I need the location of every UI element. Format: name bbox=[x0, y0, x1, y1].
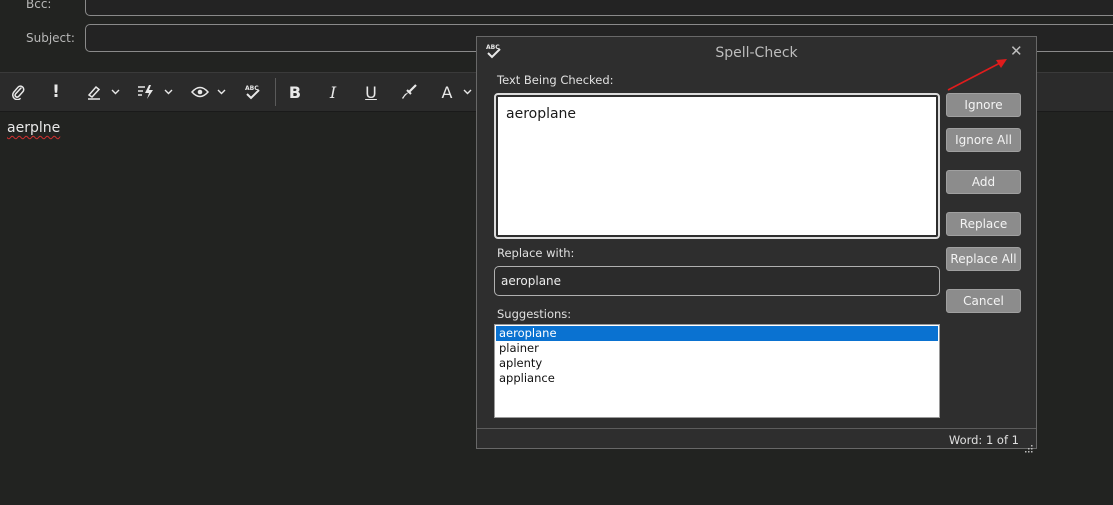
bcc-field[interactable] bbox=[85, 0, 1113, 16]
bold-button[interactable]: B bbox=[285, 73, 305, 111]
paperclip-icon[interactable] bbox=[8, 73, 28, 111]
suggestion-item[interactable]: aplenty bbox=[496, 356, 938, 371]
suggestion-item-selected[interactable]: aeroplane bbox=[496, 326, 938, 341]
font-color-button[interactable]: A bbox=[437, 73, 457, 111]
style-icon[interactable] bbox=[136, 73, 156, 111]
chevron-down-icon[interactable] bbox=[463, 73, 472, 111]
bcc-label: Bcc: bbox=[26, 0, 52, 11]
toolbar-divider bbox=[275, 78, 276, 106]
resize-grip-icon[interactable] bbox=[1024, 438, 1033, 457]
word-count-status: Word: 1 of 1 bbox=[948, 433, 1019, 447]
highlight-icon[interactable] bbox=[84, 73, 104, 111]
suggestions-label: Suggestions: bbox=[497, 307, 572, 321]
ignore-button[interactable]: Ignore bbox=[946, 93, 1021, 117]
suggestion-item[interactable]: plainer bbox=[496, 341, 938, 356]
text-being-checked-box: aeroplane bbox=[494, 93, 940, 239]
cancel-button[interactable]: Cancel bbox=[946, 289, 1021, 313]
italic-button[interactable]: I bbox=[323, 73, 343, 111]
text-being-checked-label: Text Being Checked: bbox=[497, 73, 614, 87]
underline-button[interactable]: U bbox=[361, 73, 381, 111]
replace-all-button[interactable]: Replace All bbox=[946, 247, 1021, 271]
text-being-checked[interactable]: aeroplane bbox=[498, 97, 936, 235]
close-icon[interactable]: ✕ bbox=[1010, 42, 1023, 60]
replace-with-input[interactable]: aeroplane bbox=[494, 266, 940, 296]
replace-button[interactable]: Replace bbox=[946, 212, 1021, 236]
message-body-text[interactable]: aerplne bbox=[7, 120, 60, 136]
chevron-down-icon[interactable] bbox=[111, 73, 120, 111]
status-divider bbox=[477, 428, 1036, 429]
spell-check-dialog: ABC Spell-Check ✕ Text Being Checked: ae… bbox=[476, 36, 1037, 453]
subject-label: Subject: bbox=[26, 31, 75, 45]
dialog-title: Spell-Check bbox=[715, 45, 798, 61]
add-button[interactable]: Add bbox=[946, 170, 1021, 194]
priority-icon[interactable]: ! bbox=[46, 73, 66, 111]
chevron-down-icon[interactable] bbox=[217, 73, 226, 111]
suggestions-list[interactable]: aeroplane plainer aplenty appliance bbox=[494, 324, 940, 418]
brush-icon[interactable] bbox=[399, 73, 419, 111]
ignore-all-button[interactable]: Ignore All bbox=[946, 128, 1021, 152]
chevron-down-icon[interactable] bbox=[164, 73, 173, 111]
suggestion-item[interactable]: appliance bbox=[496, 371, 938, 386]
eye-icon[interactable] bbox=[190, 73, 210, 111]
spellcheck-icon[interactable]: ABC bbox=[243, 73, 263, 111]
replace-with-label: Replace with: bbox=[497, 246, 575, 260]
